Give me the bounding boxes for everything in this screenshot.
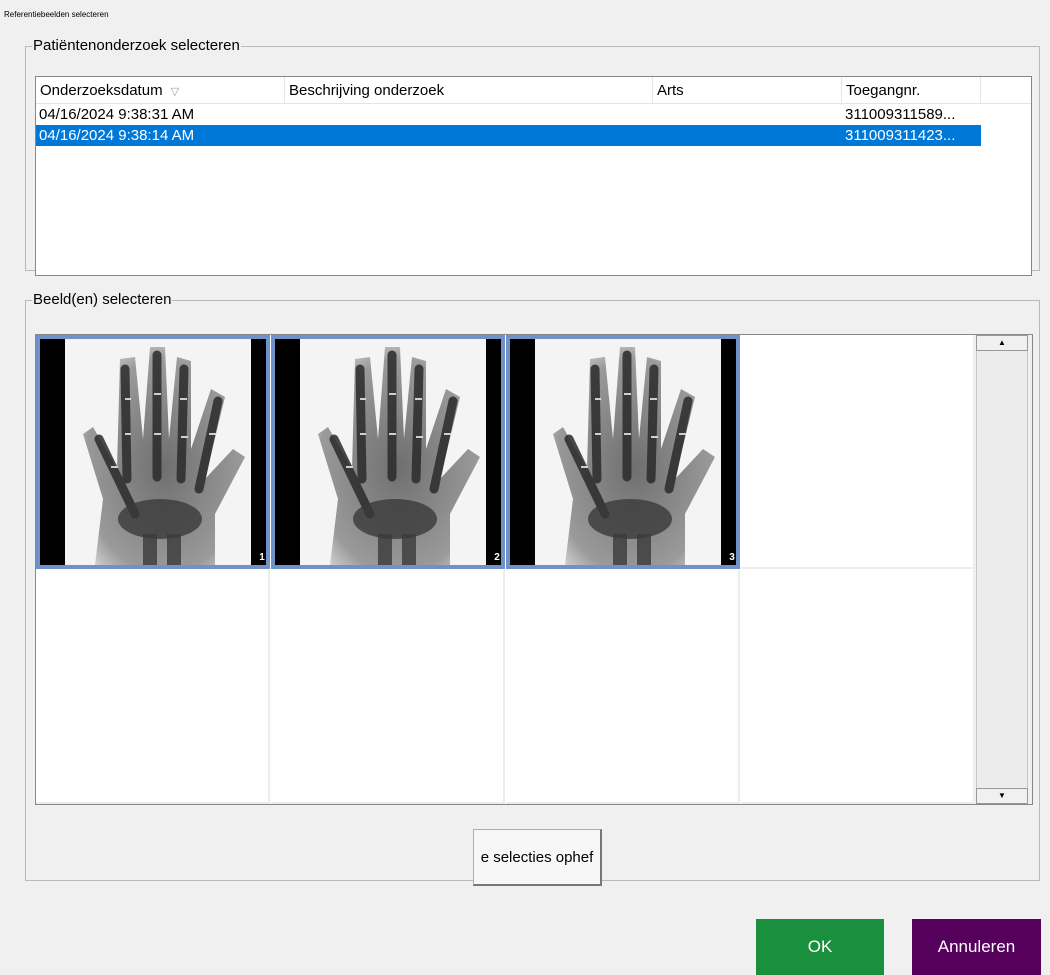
ok-button[interactable]: OK xyxy=(756,919,884,975)
clear-selections-button[interactable]: e selecties ophef xyxy=(473,829,602,886)
study-group-legend: Patiëntenonderzoek selecteren xyxy=(33,37,240,54)
column-header-accession[interactable]: Toegangnr. xyxy=(842,77,981,103)
image-tile-3[interactable]: 3 xyxy=(506,335,740,569)
hand-xray-image xyxy=(275,339,501,565)
scroll-up-arrow-icon[interactable]: ▲ xyxy=(976,335,1028,351)
column-header-date-label: Onderzoeksdatum xyxy=(40,82,163,99)
study-row-selected[interactable]: 04/16/2024 9:38:14 AM 311009311423... xyxy=(36,125,981,146)
hand-xray-image xyxy=(40,339,266,565)
study-list[interactable]: Onderzoeksdatum ▽ Beschrijving onderzoek … xyxy=(35,76,1032,276)
empty-image-tile[interactable] xyxy=(506,570,740,804)
image-group-legend: Beeld(en) selecteren xyxy=(33,291,172,308)
column-header-accession-label: Toegangnr. xyxy=(846,82,921,99)
window-title: Referentiebeelden selecteren xyxy=(4,10,109,19)
column-header-description[interactable]: Beschrijving onderzoek xyxy=(285,77,653,103)
scroll-down-arrow-icon[interactable]: ▼ xyxy=(976,788,1028,804)
scrollbar-track[interactable] xyxy=(976,335,1028,804)
empty-image-tile[interactable] xyxy=(741,335,975,569)
image-selection-group: Beeld(en) selecteren 1 2 3 ▲ ▼ e selecti… xyxy=(25,291,1040,886)
study-selection-group: Patiëntenonderzoek selecteren Onderzoeks… xyxy=(25,37,1040,276)
empty-image-tile[interactable] xyxy=(741,570,975,804)
study-list-header: Onderzoeksdatum ▽ Beschrijving onderzoek … xyxy=(36,77,1031,104)
image-grid: 1 2 3 ▲ ▼ xyxy=(35,334,1033,805)
cancel-button[interactable]: Annuleren xyxy=(912,919,1041,975)
image-index-badge: 1 xyxy=(258,551,266,565)
column-header-date[interactable]: Onderzoeksdatum ▽ xyxy=(36,77,285,103)
study-date: 04/16/2024 9:38:31 AM xyxy=(39,106,195,123)
hand-xray-image xyxy=(510,339,736,565)
column-header-physician[interactable]: Arts xyxy=(653,77,842,103)
study-accession: 311009311423... xyxy=(845,127,956,144)
empty-image-tile[interactable] xyxy=(36,570,270,804)
sort-descending-icon: ▽ xyxy=(170,86,180,98)
column-header-description-label: Beschrijving onderzoek xyxy=(289,82,445,99)
empty-image-tile[interactable] xyxy=(271,570,505,804)
study-date: 04/16/2024 9:38:14 AM xyxy=(39,127,195,144)
study-row[interactable]: 04/16/2024 9:38:31 AM 311009311589... xyxy=(36,104,981,125)
study-accession: 311009311589... xyxy=(845,106,956,123)
image-tile-2[interactable]: 2 xyxy=(271,335,505,569)
column-header-physician-label: Arts xyxy=(657,82,684,99)
image-index-badge: 3 xyxy=(728,551,736,565)
image-index-badge: 2 xyxy=(493,551,501,565)
image-tile-1[interactable]: 1 xyxy=(36,335,270,569)
image-grid-scrollbar[interactable]: ▲ ▼ xyxy=(974,335,1032,804)
